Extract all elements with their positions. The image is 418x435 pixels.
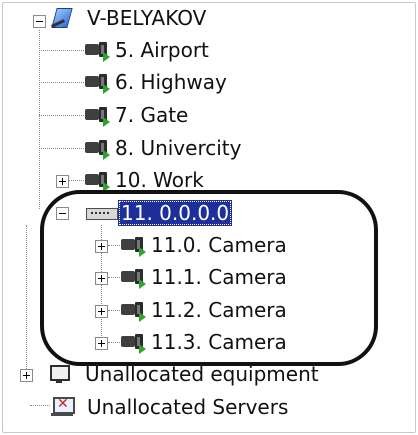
camera-icon bbox=[120, 299, 148, 322]
tree-line bbox=[108, 277, 120, 278]
camera-icon bbox=[84, 137, 112, 160]
camera-icon bbox=[120, 266, 148, 289]
camera-icon bbox=[120, 234, 148, 257]
tree-line bbox=[108, 245, 120, 246]
tree-node-label: 5. Airport bbox=[115, 38, 209, 62]
tree-node-label: 10. Work bbox=[115, 168, 204, 192]
ip-device-icon bbox=[84, 204, 118, 222]
tree-line bbox=[39, 50, 84, 51]
tree-node-unallocated-equipment[interactable]: Unallocated equipment bbox=[48, 359, 322, 389]
tree-node-camera[interactable]: 5. Airport bbox=[84, 35, 212, 65]
tree-line bbox=[108, 310, 120, 311]
tree-node-camera[interactable]: 11.0. Camera bbox=[120, 230, 290, 260]
camera-icon bbox=[84, 71, 112, 94]
tree-line bbox=[108, 342, 120, 343]
camera-icon bbox=[84, 169, 112, 192]
camera-icon bbox=[84, 104, 112, 127]
tree-node-label: 11.1. Camera bbox=[151, 265, 287, 289]
tree-line bbox=[68, 180, 84, 181]
tree-line bbox=[39, 148, 84, 149]
expand-toggle[interactable] bbox=[95, 240, 108, 253]
collapse-toggle[interactable] bbox=[56, 207, 69, 220]
tree-node-label: Unallocated Servers bbox=[87, 395, 289, 419]
collapse-toggle[interactable] bbox=[33, 15, 46, 28]
tree-node-label-selected: 11. 0.0.0.0 bbox=[118, 200, 233, 226]
tree-node-label: 11.3. Camera bbox=[151, 330, 287, 354]
tree-node-label: 6. Highway bbox=[115, 70, 227, 94]
tree-line bbox=[26, 225, 27, 375]
equipment-icon bbox=[48, 363, 70, 385]
camera-icon bbox=[84, 39, 112, 62]
tree-node-camera[interactable]: 8. Univercity bbox=[84, 133, 244, 163]
tree-node-camera[interactable]: 7. Gate bbox=[84, 100, 191, 130]
tree-line bbox=[39, 115, 84, 116]
tree-node-root[interactable]: V-BELYAKOV bbox=[48, 3, 209, 33]
tree-node-label: 8. Univercity bbox=[115, 136, 242, 160]
server-pen-icon bbox=[48, 6, 74, 30]
camera-icon bbox=[120, 331, 148, 354]
tree-node-label: Unallocated equipment bbox=[85, 362, 319, 386]
tree-node-camera[interactable]: 11.2. Camera bbox=[120, 295, 290, 325]
expand-toggle[interactable] bbox=[95, 305, 108, 318]
tree-line bbox=[39, 82, 84, 83]
tree-node-camera[interactable]: 6. Highway bbox=[84, 67, 230, 97]
tree-node-label: 7. Gate bbox=[115, 103, 189, 127]
expand-toggle[interactable] bbox=[56, 175, 69, 188]
tree-node-camera[interactable]: 11.3. Camera bbox=[120, 327, 290, 357]
tree-node-camera[interactable]: 10. Work bbox=[84, 165, 207, 195]
tree-line bbox=[30, 405, 50, 406]
tree-node-label: 11.0. Camera bbox=[151, 233, 287, 257]
expand-toggle[interactable] bbox=[95, 337, 108, 350]
tree-node-camera[interactable]: 11.1. Camera bbox=[120, 262, 290, 292]
expand-toggle[interactable] bbox=[20, 369, 33, 382]
tree-node-label: 11.2. Camera bbox=[151, 298, 287, 322]
server-error-icon: ✕ bbox=[50, 396, 76, 418]
tree-line bbox=[39, 30, 40, 209]
tree-node-label: V-BELYAKOV bbox=[87, 6, 207, 30]
tree-node-device[interactable]: 11. 0.0.0.0 bbox=[84, 198, 233, 228]
tree-node-unallocated-servers[interactable]: ✕ Unallocated Servers bbox=[50, 392, 291, 422]
expand-toggle[interactable] bbox=[95, 272, 108, 285]
